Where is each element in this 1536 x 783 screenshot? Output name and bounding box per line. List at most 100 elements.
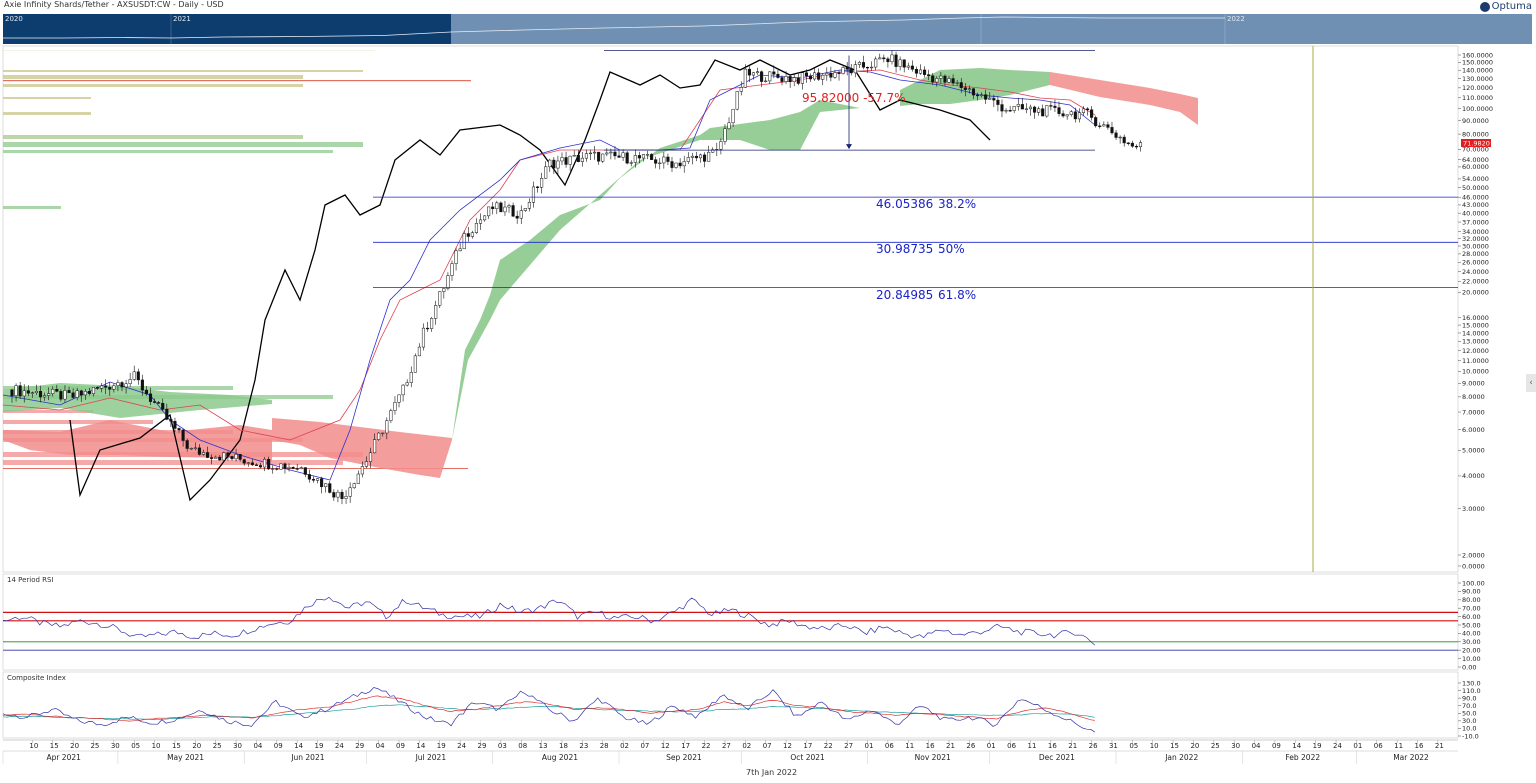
- candle-body: [535, 186, 540, 188]
- price-candle: [454, 247, 458, 271]
- candle-body: [466, 233, 470, 237]
- candle-body: [588, 152, 593, 155]
- candle-body: [1126, 142, 1130, 144]
- candle-body: [438, 291, 442, 306]
- time-axis-day-label: 25: [90, 742, 99, 750]
- candle-body: [483, 215, 487, 221]
- candle-body: [242, 459, 246, 464]
- price-axis-label: 43.0000: [1462, 201, 1489, 209]
- time-axis-day-label: 11: [905, 742, 914, 750]
- time-axis-day-label: 17: [681, 742, 690, 750]
- time-axis-day-label: 24: [335, 742, 344, 750]
- time-axis-day-label: 25: [1211, 742, 1220, 750]
- candle-body: [120, 382, 124, 388]
- time-axis-month-label: May 2021: [167, 753, 204, 762]
- time-axis-month-label: Apr 2021: [46, 753, 81, 762]
- price-candle: [356, 470, 360, 485]
- price-candle: [560, 152, 564, 166]
- candle-body: [181, 429, 185, 441]
- candle-body: [694, 155, 698, 159]
- price-candle: [1110, 121, 1114, 135]
- rsi-axis-label: 40.00: [1462, 630, 1481, 638]
- candle-body: [560, 157, 564, 162]
- rsi-axis-label: 70.00: [1462, 605, 1481, 613]
- candle-body: [923, 69, 927, 75]
- price-candle: [1037, 106, 1041, 116]
- price-candle: [662, 151, 666, 169]
- price-axis-label: 15.0000: [1462, 321, 1489, 329]
- price-candle: [307, 469, 311, 483]
- candle-body: [552, 159, 556, 169]
- candle-body: [271, 468, 275, 470]
- candle-body: [405, 382, 409, 386]
- price-candle: [1004, 108, 1008, 114]
- candle-body: [263, 458, 267, 468]
- fib-382-pct: 38.2%: [938, 197, 976, 211]
- price-candle: [226, 451, 230, 461]
- candle-body: [1004, 110, 1008, 112]
- candle-body: [210, 457, 214, 459]
- price-axis-label: 90.0000: [1462, 117, 1489, 125]
- candle-body: [813, 72, 817, 80]
- candle-body: [686, 157, 690, 162]
- price-candle: [442, 288, 446, 299]
- time-axis-day-label: 20: [70, 742, 79, 750]
- time-axis-day-label: 12: [783, 742, 792, 750]
- price-candle: [845, 61, 849, 76]
- candle-body: [984, 94, 988, 100]
- candle-body: [898, 59, 902, 67]
- price-candle: [401, 383, 405, 402]
- price-candle: [1016, 97, 1020, 111]
- candle-body: [34, 390, 38, 393]
- candle-body: [201, 452, 206, 455]
- time-axis-day-label: 14: [416, 742, 425, 750]
- candle-body: [189, 447, 193, 450]
- chart-canvas[interactable]: 46.05386 38.2% 30.98735 50% 20.84985 61.…: [0, 0, 1536, 783]
- price-candle: [650, 153, 654, 160]
- candle-body: [157, 402, 161, 404]
- price-candle: [715, 142, 719, 157]
- candle-body: [161, 402, 165, 410]
- price-candle: [870, 61, 874, 72]
- candle-body: [336, 491, 340, 498]
- candle-body: [1020, 104, 1024, 110]
- candle-body: [751, 72, 756, 76]
- price-candle: [593, 146, 597, 160]
- time-axis-month-label: Oct 2021: [790, 753, 825, 762]
- time-axis-day-label: 14: [294, 742, 303, 750]
- cloud-segment-bear: [1050, 72, 1198, 125]
- candle-body: [523, 208, 527, 211]
- collapse-panel-toggle[interactable]: ‹: [1526, 374, 1536, 392]
- candle-body: [75, 390, 79, 398]
- price-axis-label: 0.0000: [1462, 562, 1485, 570]
- price-axis-label: 10.0000: [1462, 368, 1489, 376]
- price-axis-label: 30.0000: [1462, 242, 1489, 250]
- time-axis-month-label: Sep 2021: [666, 753, 702, 762]
- candle-body: [140, 379, 144, 391]
- price-candle: [478, 213, 483, 230]
- rsi-axis-label: 90.00: [1462, 588, 1481, 596]
- time-axis-day-label: 20: [192, 742, 201, 750]
- time-axis-day-label: 21: [1435, 742, 1444, 750]
- price-candle: [568, 155, 572, 171]
- volume-profile-bar: [3, 70, 363, 72]
- candle-body: [283, 463, 287, 469]
- candle-body: [874, 58, 878, 68]
- price-candle: [698, 153, 703, 163]
- candle-body: [731, 108, 735, 124]
- rsi-axis-label: 30.00: [1462, 638, 1481, 646]
- rsi-axis-label: 80.00: [1462, 596, 1481, 604]
- price-candle: [291, 466, 295, 470]
- price-candle: [425, 321, 430, 332]
- price-candle: [393, 396, 397, 415]
- time-axis-month-label: Jan 2022: [1164, 753, 1198, 762]
- price-axis-label: 40.0000: [1462, 209, 1489, 217]
- price-candle: [389, 408, 393, 424]
- rsi-axis-label: 20.00: [1462, 647, 1481, 655]
- price-candle: [474, 218, 478, 235]
- price-axis-label: 13.0000: [1462, 338, 1489, 346]
- candle-body: [796, 77, 800, 84]
- price-candle: [1130, 140, 1134, 148]
- time-axis-day-label: 09: [274, 742, 283, 750]
- candle-body: [295, 468, 299, 470]
